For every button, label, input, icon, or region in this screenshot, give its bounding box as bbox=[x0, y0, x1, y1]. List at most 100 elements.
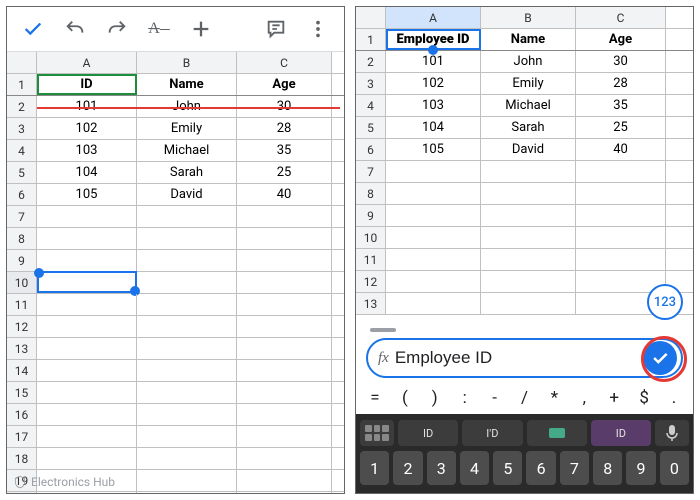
row-header[interactable]: 20 bbox=[7, 492, 37, 493]
table-cell[interactable]: 102 bbox=[386, 73, 481, 94]
row-header[interactable]: 11 bbox=[7, 294, 37, 315]
comment-icon[interactable] bbox=[264, 17, 288, 41]
number-key-9[interactable]: 9 bbox=[626, 451, 655, 485]
table-cell[interactable]: Sarah bbox=[137, 162, 237, 183]
formula-input[interactable] bbox=[395, 348, 637, 368]
suggestion-key[interactable] bbox=[527, 420, 587, 446]
row-header[interactable]: 7 bbox=[7, 206, 37, 227]
numeric-keyboard-toggle[interactable]: 123 bbox=[647, 284, 683, 320]
symbol-key[interactable]: : bbox=[453, 388, 477, 408]
cell-C1[interactable]: Age bbox=[576, 29, 666, 50]
symbol-key[interactable]: . bbox=[662, 388, 686, 408]
row-header[interactable]: 9 bbox=[356, 205, 386, 226]
row-header[interactable]: 6 bbox=[356, 139, 386, 160]
col-header-B[interactable]: B bbox=[481, 7, 576, 28]
keyboard-grid-icon[interactable] bbox=[360, 420, 394, 446]
table-cell[interactable]: 35 bbox=[576, 95, 666, 116]
row-header[interactable]: 10 bbox=[7, 272, 37, 293]
symbol-key[interactable]: * bbox=[542, 388, 566, 408]
row-header[interactable]: 12 bbox=[7, 316, 37, 337]
row-header[interactable]: 14 bbox=[7, 360, 37, 381]
row-header[interactable]: 15 bbox=[7, 382, 37, 403]
row-header[interactable]: 13 bbox=[7, 338, 37, 359]
number-key-3[interactable]: 3 bbox=[427, 451, 456, 485]
number-key-8[interactable]: 8 bbox=[593, 451, 622, 485]
table-cell[interactable]: David bbox=[137, 184, 237, 205]
row-header[interactable]: 16 bbox=[7, 404, 37, 425]
col-header-C[interactable]: C bbox=[237, 52, 332, 73]
cell-B1[interactable]: Name bbox=[481, 29, 576, 50]
table-cell[interactable]: 28 bbox=[237, 118, 332, 139]
drag-handle-icon[interactable] bbox=[370, 328, 396, 332]
undo-icon[interactable] bbox=[63, 17, 87, 41]
number-key-4[interactable]: 4 bbox=[460, 451, 489, 485]
text-format-icon[interactable]: A— bbox=[147, 17, 171, 41]
row-header[interactable]: 8 bbox=[7, 228, 37, 249]
number-key-1[interactable]: 1 bbox=[360, 451, 389, 485]
table-cell[interactable]: 25 bbox=[576, 117, 666, 138]
table-cell[interactable]: 101 bbox=[386, 51, 481, 72]
spreadsheet-right[interactable]: ABC 1Employee IDNameAge 2101John30 3102Emil… bbox=[356, 7, 693, 322]
symbol-key[interactable]: $ bbox=[632, 388, 656, 408]
col-header-C[interactable]: C bbox=[576, 7, 666, 28]
row-header[interactable]: 10 bbox=[356, 227, 386, 248]
table-cell[interactable]: Emily bbox=[137, 118, 237, 139]
col-header-B[interactable]: B bbox=[137, 52, 237, 73]
row-header[interactable]: 4 bbox=[7, 140, 37, 161]
cell-A1[interactable]: ID bbox=[37, 74, 137, 95]
table-cell[interactable]: 25 bbox=[237, 162, 332, 183]
table-cell[interactable]: 28 bbox=[576, 73, 666, 94]
suggestion-key[interactable]: ID bbox=[398, 420, 458, 446]
table-cell[interactable]: 104 bbox=[37, 162, 137, 183]
symbol-key[interactable]: + bbox=[602, 388, 626, 408]
number-key-0[interactable]: 0 bbox=[660, 451, 689, 485]
number-key-7[interactable]: 7 bbox=[560, 451, 589, 485]
row-header[interactable]: 5 bbox=[7, 162, 37, 183]
table-cell[interactable]: 104 bbox=[386, 117, 481, 138]
row-header[interactable]: 13 bbox=[356, 293, 386, 314]
table-cell[interactable]: Michael bbox=[137, 140, 237, 161]
row-header[interactable]: 3 bbox=[356, 73, 386, 94]
table-cell[interactable]: 103 bbox=[37, 140, 137, 161]
row-header[interactable]: 9 bbox=[7, 250, 37, 271]
suggestion-key[interactable]: ID bbox=[591, 420, 651, 446]
table-cell[interactable]: 105 bbox=[386, 139, 481, 160]
row-header[interactable]: 2 bbox=[356, 51, 386, 72]
col-header-A[interactable]: A bbox=[386, 7, 481, 28]
more-icon[interactable] bbox=[306, 17, 330, 41]
row-header[interactable]: 2 bbox=[7, 96, 37, 117]
row-header[interactable]: 6 bbox=[7, 184, 37, 205]
suggestion-key[interactable]: I'D bbox=[462, 420, 522, 446]
table-cell[interactable]: Emily bbox=[481, 73, 576, 94]
table-cell[interactable]: 105 bbox=[37, 184, 137, 205]
table-cell[interactable]: 102 bbox=[37, 118, 137, 139]
mic-icon[interactable] bbox=[655, 420, 689, 446]
table-cell[interactable]: 40 bbox=[576, 139, 666, 160]
row-header[interactable]: 12 bbox=[356, 271, 386, 292]
symbol-key[interactable]: ( bbox=[393, 388, 417, 408]
row-header[interactable]: 1 bbox=[7, 74, 37, 95]
table-cell[interactable]: Sarah bbox=[481, 117, 576, 138]
table-cell[interactable]: 30 bbox=[576, 51, 666, 72]
row-header[interactable]: 17 bbox=[7, 426, 37, 447]
table-cell[interactable]: David bbox=[481, 139, 576, 160]
col-header-A[interactable]: A bbox=[37, 52, 137, 73]
row-header[interactable]: 11 bbox=[356, 249, 386, 270]
cell-A1[interactable]: Employee ID bbox=[386, 29, 481, 50]
row-header[interactable]: 1 bbox=[356, 29, 386, 50]
symbol-key[interactable]: ) bbox=[423, 388, 447, 408]
number-key-5[interactable]: 5 bbox=[493, 451, 522, 485]
symbol-key[interactable]: - bbox=[483, 388, 507, 408]
plus-icon[interactable] bbox=[189, 17, 213, 41]
spreadsheet-left[interactable]: ABC1IDNameAge2101John303102Emily284103Mi… bbox=[7, 52, 344, 493]
row-header[interactable]: 8 bbox=[356, 183, 386, 204]
table-cell[interactable]: 40 bbox=[237, 184, 332, 205]
number-key-6[interactable]: 6 bbox=[526, 451, 555, 485]
symbol-key[interactable]: / bbox=[512, 388, 536, 408]
symbol-key[interactable]: = bbox=[363, 388, 387, 408]
cell-C1[interactable]: Age bbox=[237, 74, 332, 95]
symbol-key[interactable]: , bbox=[572, 388, 596, 408]
table-cell[interactable]: John bbox=[481, 51, 576, 72]
row-header[interactable]: 7 bbox=[356, 161, 386, 182]
confirm-button[interactable] bbox=[643, 341, 677, 375]
